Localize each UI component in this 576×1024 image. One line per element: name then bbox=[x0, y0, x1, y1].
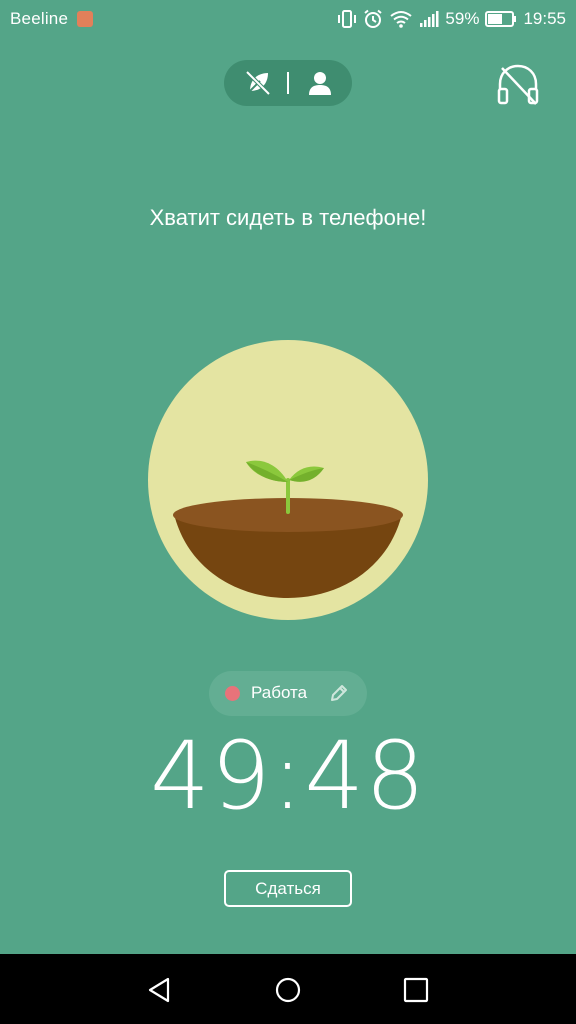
carrier-name: Beeline bbox=[10, 9, 69, 28]
back-icon[interactable] bbox=[146, 976, 174, 1004]
focus-screen: Beeline 59% 19:55 Хватит сидеть в телефо… bbox=[0, 0, 576, 1024]
signal-icon bbox=[420, 11, 439, 27]
wifi-icon bbox=[390, 11, 413, 28]
tag-color-dot bbox=[225, 686, 240, 701]
status-icons: 59% 19:55 bbox=[337, 7, 566, 31]
mode-toggle[interactable] bbox=[224, 60, 352, 106]
vibrate-icon bbox=[338, 10, 357, 28]
navigation-bar bbox=[0, 954, 576, 1024]
toggle-divider bbox=[287, 72, 289, 94]
pencil-icon[interactable] bbox=[329, 683, 349, 703]
headphones-off-icon[interactable] bbox=[494, 60, 542, 108]
battery-icon bbox=[485, 11, 517, 27]
tag-label: Работа bbox=[251, 683, 308, 702]
tag-selector[interactable]: Работа bbox=[209, 671, 367, 716]
countdown-timer: 49:48 bbox=[150, 722, 426, 831]
battery-percent: 59% bbox=[445, 9, 480, 28]
recent-apps-icon[interactable] bbox=[403, 977, 429, 1003]
status-bar: Beeline 59% 19:55 bbox=[0, 0, 576, 40]
alarm-icon bbox=[364, 9, 383, 28]
person-icon[interactable] bbox=[306, 69, 334, 97]
clock: 19:55 bbox=[523, 9, 566, 28]
home-icon[interactable] bbox=[274, 976, 302, 1004]
no-leaf-icon[interactable] bbox=[244, 69, 272, 97]
headline-text: Хватит сидеть в телефоне! bbox=[149, 205, 427, 230]
give-up-button[interactable]: Сдаться bbox=[224, 870, 352, 907]
tree-illustration bbox=[148, 340, 428, 620]
notification-badge-icon bbox=[77, 11, 93, 27]
